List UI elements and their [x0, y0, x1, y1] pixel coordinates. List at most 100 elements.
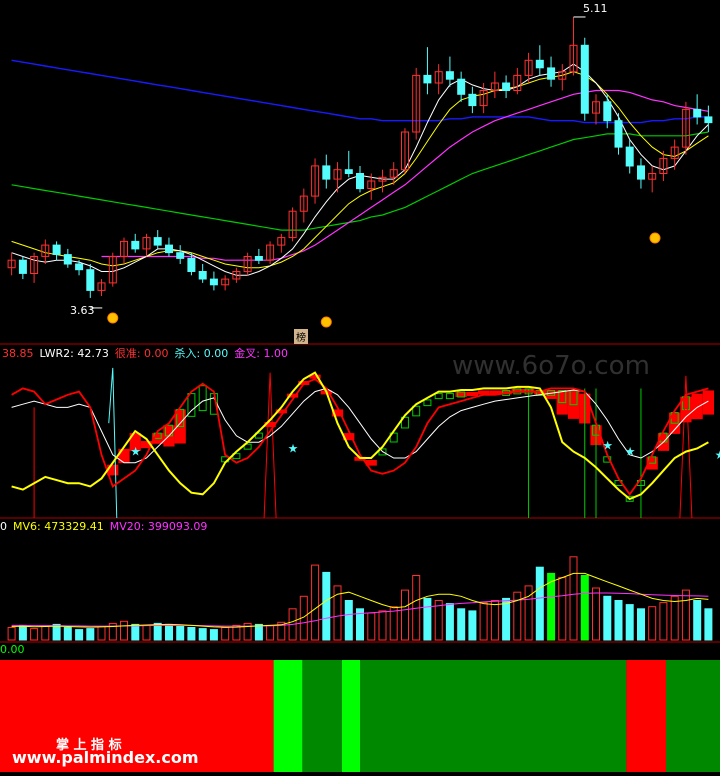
volume-bar: [198, 628, 207, 641]
volume-legend-item-2: MV20: 399093.09: [109, 520, 208, 533]
watermark-6o7o: www.6o7o.com: [452, 351, 650, 381]
volume-bar: [580, 575, 589, 641]
volume-bar: [75, 629, 84, 641]
volume-bar: [176, 626, 185, 641]
high-price-label: 5.11: [583, 2, 608, 15]
candle-body: [704, 116, 713, 124]
kdj-star: ★: [602, 438, 613, 452]
kdj-legend-item-1: LWR2: 42.73: [39, 347, 109, 360]
volume-bar: [659, 602, 668, 641]
volume-legend-item-1: MV6: 473329.41: [13, 520, 104, 533]
volume-bar: [322, 571, 331, 641]
volume-bar: [637, 608, 645, 641]
volume-bar: [648, 606, 657, 641]
volume-bar: [535, 566, 544, 641]
candle-body: [153, 237, 162, 246]
volume-bar: [423, 597, 432, 641]
signal-band: [626, 660, 666, 772]
kdj-cloud-red: [478, 390, 490, 395]
candle-body: [637, 165, 645, 180]
volume-bar: [165, 623, 173, 641]
volume-bar: [502, 597, 511, 641]
candle-body: [322, 165, 331, 180]
volume-legend: 0 MV6: 473329.41 MV20: 399093.09: [0, 520, 213, 533]
candle-body: [198, 271, 207, 280]
volume-bar: [344, 600, 353, 641]
kdj-cloud-green: [434, 393, 443, 400]
volume-bar: [52, 623, 61, 641]
kdj-cloud-green: [423, 399, 432, 407]
volume-bar: [30, 628, 39, 641]
candle-body: [580, 44, 589, 114]
kdj-cloud-green: [445, 393, 454, 400]
volume-bar: [603, 595, 612, 641]
candle-body: [344, 169, 353, 174]
candle-body: [547, 67, 556, 80]
signal-band: [302, 660, 342, 772]
volume-bar: [468, 610, 477, 641]
gold-marker: [649, 232, 661, 244]
candle-body: [502, 82, 511, 91]
candle-body: [176, 252, 185, 259]
signal-band: [360, 660, 627, 772]
volume-bar: [86, 628, 95, 641]
volume-bar: [681, 589, 690, 641]
volume-bar: [120, 620, 128, 641]
volume-bar: [693, 600, 702, 641]
volume-bar: [569, 556, 578, 641]
volume-bar: [187, 627, 196, 641]
low-price-label: 3.63: [70, 304, 95, 317]
kdj-legend: 38.85 LWR2: 42.73 很准: 0.00 杀入: 0.00 金叉: 1.00: [2, 345, 294, 361]
gold-marker: [320, 316, 332, 328]
candle-body: [614, 120, 623, 148]
candle-body: [75, 263, 84, 271]
candle-body: [52, 244, 61, 256]
band-legend: 0.00: [0, 643, 25, 656]
kdj-cloud-red: [466, 392, 478, 397]
signal-band: [666, 660, 720, 772]
signal-band: [273, 660, 303, 772]
candle-body: [625, 146, 634, 167]
volume-bar: [254, 623, 263, 641]
signal-band: [342, 660, 360, 772]
volume-bar: [614, 600, 623, 641]
volume-bar: [378, 610, 387, 641]
volume-bar: [142, 624, 151, 641]
volume-bar: [704, 608, 713, 641]
candle-body: [165, 244, 173, 254]
volume-bar: [221, 627, 230, 641]
candle-body: [693, 108, 702, 118]
volume-bar: [266, 624, 275, 641]
candle-body: [63, 254, 72, 265]
kdj-legend-item-0: 38.85: [2, 347, 34, 360]
volume-bar: [63, 627, 72, 641]
kdj-star: ★: [288, 441, 299, 455]
candle-body: [18, 259, 27, 274]
kdj-legend-item-2: 很准: 0.00: [114, 347, 169, 360]
kdj-red-spike: [263, 372, 277, 519]
candle-body: [445, 71, 454, 80]
kdj-cloud-red: [691, 393, 703, 420]
volume-bar: [311, 564, 320, 641]
stock-chart: ★ ★ ★ ★ ★: [0, 16, 720, 772]
volume-bar: [670, 595, 679, 641]
kdj-star: ★: [715, 448, 720, 462]
candle-body: [356, 173, 364, 190]
marker-label: 榜: [294, 329, 308, 344]
candle-body: [254, 256, 263, 261]
volume-bar: [131, 623, 140, 641]
candle-body: [457, 78, 466, 95]
kdj-legend-item-3: 杀入: 0.00: [174, 347, 229, 360]
candle-body: [603, 101, 612, 122]
candle-body: [468, 93, 477, 107]
candle-body: [187, 257, 196, 272]
volume-bar: [445, 603, 454, 641]
volume-bar: [479, 602, 488, 641]
volume-bar: [367, 612, 376, 641]
volume-bar: [625, 604, 634, 641]
candle-body: [535, 59, 544, 69]
brand-url: www.palmindex.com: [12, 748, 199, 767]
kdj-cloud-red: [702, 390, 714, 415]
candle-body: [423, 74, 432, 84]
kdj-legend-item-4: 金叉: 1.00: [234, 347, 288, 360]
